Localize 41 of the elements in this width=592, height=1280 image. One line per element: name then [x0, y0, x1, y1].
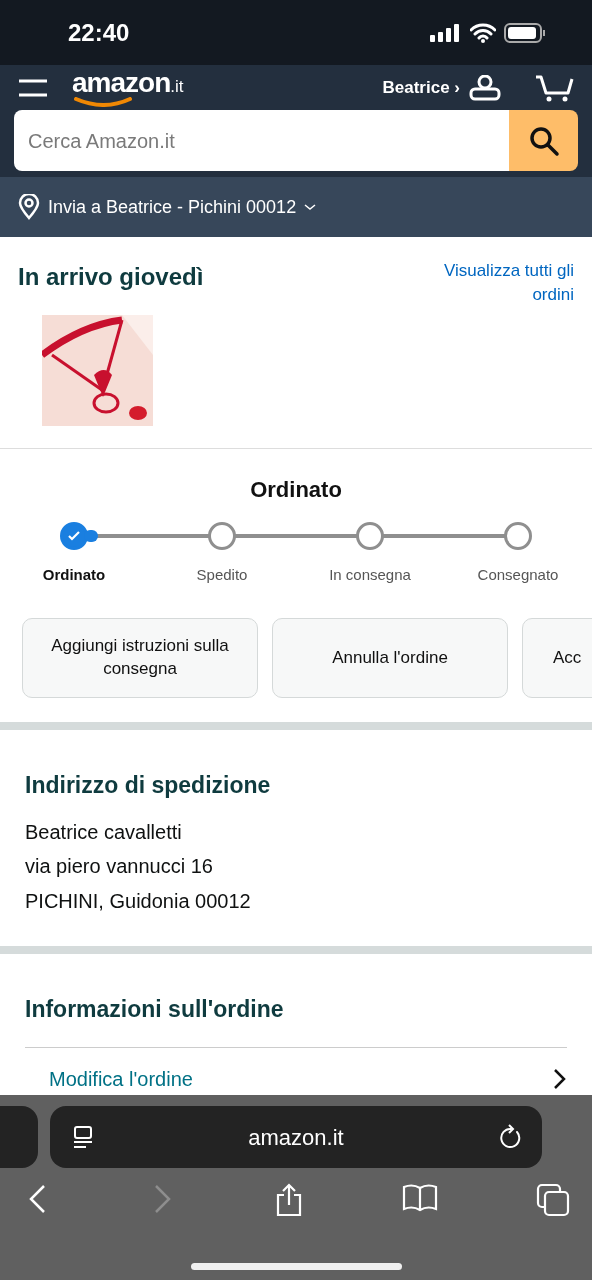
- progress-fill: [84, 529, 98, 542]
- search-button[interactable]: [509, 110, 578, 171]
- share-icon[interactable]: [274, 1183, 304, 1217]
- chevron-down-icon: [304, 203, 317, 211]
- address-line: PICHINI, Guidonia 00012: [25, 888, 252, 914]
- step-label: Ordinato: [42, 564, 106, 585]
- section-heading: Informazioni sull'ordine: [25, 995, 285, 1025]
- signal-icon: [430, 23, 462, 42]
- location-pin-icon: [18, 194, 40, 220]
- step-label: In consegna: [329, 564, 411, 585]
- view-all-orders-link[interactable]: Visualizza tutti gli ordini: [414, 259, 574, 307]
- action-button[interactable]: Acc: [522, 618, 592, 699]
- delivery-address-text: Invia a Beatrice - Pichini 00012: [48, 195, 297, 219]
- step-label: Consegnato: [477, 564, 559, 585]
- address-bar[interactable]: amazon.it: [50, 1106, 542, 1168]
- tabs-icon[interactable]: [536, 1183, 570, 1217]
- person-icon[interactable]: [468, 74, 502, 101]
- status-heading: Ordinato: [249, 475, 343, 504]
- reload-icon[interactable]: [498, 1124, 522, 1150]
- address-line: via piero vannucci 16: [25, 854, 214, 880]
- wifi-icon: [470, 22, 496, 43]
- action-button[interactable]: Annulla l'ordine: [272, 618, 508, 699]
- delivery-location-bar[interactable]: Invia a Beatrice - Pichini 00012: [0, 177, 592, 237]
- search-field[interactable]: Cerca Amazon.it: [14, 110, 509, 171]
- menu-icon[interactable]: [18, 78, 48, 97]
- edit-order-link[interactable]: Modifica l'ordine: [49, 1063, 193, 1094]
- bookmarks-icon[interactable]: [402, 1183, 438, 1213]
- section-heading: Indirizzo di spedizione: [25, 771, 272, 801]
- clock-time: 22:40: [68, 17, 130, 48]
- account-link[interactable]: Beatrice ›: [382, 74, 460, 101]
- chevron-right-icon[interactable]: [553, 1067, 567, 1090]
- address-line: Beatrice cavalletti: [25, 819, 183, 845]
- cart-icon[interactable]: [534, 73, 574, 102]
- reader-icon[interactable]: [72, 1125, 94, 1149]
- step-label: Spedito: [196, 564, 248, 585]
- url-text: amazon.it: [248, 1123, 344, 1152]
- amazon-logo[interactable]: amazon.it: [72, 68, 184, 107]
- search-icon: [527, 124, 560, 157]
- battery-icon: [504, 22, 546, 43]
- arrival-heading: In arrivo giovedì: [18, 262, 204, 292]
- action-button[interactable]: Aggiungi istruzioni sulla consegna: [22, 618, 258, 699]
